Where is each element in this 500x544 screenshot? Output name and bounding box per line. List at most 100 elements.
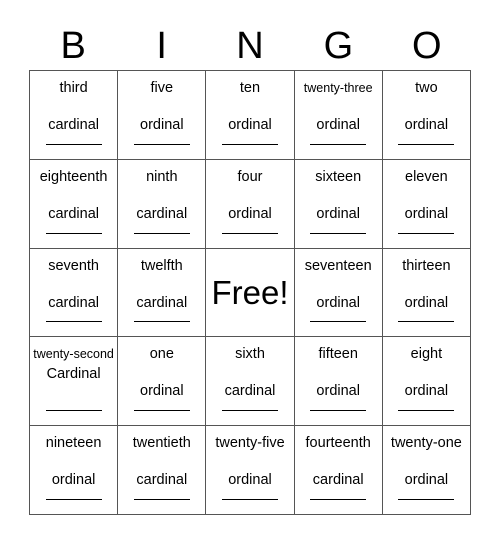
bingo-cell-answer-line (398, 321, 455, 323)
bingo-cell-type: ordinal (404, 117, 449, 133)
bingo-cell-word: nineteen (45, 435, 102, 452)
bingo-cell-answer-line (398, 410, 455, 412)
bingo-cell-type: ordinal (404, 205, 449, 222)
bingo-cell[interactable]: twenty-five ordinal (206, 426, 295, 515)
bingo-cell[interactable]: ten ordinal (206, 71, 295, 160)
bingo-cell-word: third (59, 80, 88, 96)
bingo-cell-word: twenty-one (390, 435, 462, 452)
bingo-cell-word: seventh (48, 257, 99, 274)
bingo-cell-type: ordinal (404, 472, 449, 489)
bingo-cell-type: ordinal (51, 472, 96, 489)
bingo-grid: third cardinal five ordinal ten ordinal twenty… (29, 70, 471, 515)
bingo-cell-word: fourteenth (305, 435, 371, 452)
bingo-cell-type: cardinal (48, 294, 99, 311)
bingo-cell[interactable]: twenty-one ordinal (382, 426, 471, 515)
bingo-cell[interactable]: sixteen ordinal (294, 159, 383, 249)
bingo-cell-word: twelfth (140, 257, 183, 274)
bingo-cell-type: cardinal (136, 472, 188, 489)
bingo-cell-type: ordinal (316, 294, 360, 311)
bingo-cell[interactable]: two ordinal (382, 71, 471, 160)
bingo-cell-answer-line (133, 410, 190, 412)
bingo-cell-answer-line (310, 232, 367, 234)
bingo-cell[interactable]: five ordinal (118, 71, 207, 160)
bingo-cell-word: sixth (235, 346, 265, 363)
bingo-cell-type: cardinal (48, 205, 99, 222)
bingo-cell-type: cardinal (136, 205, 188, 222)
bingo-cell[interactable]: fifteen ordinal (294, 337, 383, 427)
bingo-cell-word: sixteen (315, 168, 362, 185)
bingo-cell-answer-line (221, 232, 278, 234)
bingo-cell-answer-line (310, 321, 367, 323)
bingo-cell-type: ordinal (404, 294, 449, 311)
bingo-free-label: Free! (211, 273, 289, 311)
bingo-cell[interactable]: one ordinal (118, 337, 207, 427)
bingo-header-letter-g: G (323, 25, 354, 67)
bingo-cell-type: ordinal (316, 117, 360, 133)
bingo-cell-word: twenty-three (303, 81, 373, 95)
bingo-cell-type: cardinal (48, 117, 99, 133)
bingo-cell-word: ten (239, 80, 261, 96)
bingo-cell-type: ordinal (228, 205, 272, 222)
bingo-cell-word: fifteen (318, 346, 358, 363)
bingo-cell-answer-line (310, 410, 367, 412)
bingo-cell-answer-line (398, 232, 455, 234)
bingo-cell[interactable]: eleven ordinal (382, 159, 471, 249)
bingo-cell-answer-line (398, 143, 455, 145)
bingo-cell-type: cardinal (312, 472, 364, 489)
bingo-cell-type: cardinal (136, 294, 188, 311)
bingo-cell[interactable]: nineteen ordinal (30, 426, 119, 515)
bingo-cell-word: seventeen (304, 257, 372, 274)
bingo-header-row: B I N G O (29, 22, 471, 70)
bingo-cell[interactable]: thirteen ordinal (382, 248, 471, 338)
bingo-cell-word: five (150, 80, 174, 96)
bingo-cell-answer-line (45, 410, 102, 412)
bingo-cell[interactable]: twelfth cardinal (118, 248, 207, 338)
bingo-cell-answer-line (45, 499, 102, 500)
bingo-cell[interactable]: seventh cardinal (30, 248, 119, 338)
bingo-cell-type: ordinal (140, 383, 184, 400)
bingo-header-letter-b: B (60, 25, 86, 67)
bingo-cell[interactable]: sixth cardinal (206, 337, 295, 427)
bingo-cell-word: twenty-five (215, 435, 285, 452)
bingo-cell[interactable]: twenty-three ordinal (294, 71, 383, 160)
bingo-cell-type: cardinal (224, 383, 276, 400)
bingo-cell-word: eight (410, 346, 443, 363)
bingo-cell-word: thirteen (402, 257, 451, 274)
bingo-cell-word: twenty-second (33, 347, 114, 362)
bingo-cell[interactable]: eight ordinal (382, 337, 471, 427)
bingo-cell-answer-line (45, 232, 102, 234)
bingo-cell-answer-line (45, 321, 102, 323)
bingo-cell[interactable]: twenty-second Cardinal (30, 337, 119, 427)
bingo-cell-word: eleven (405, 168, 448, 185)
bingo-cell-answer-line (221, 499, 278, 500)
bingo-cell-word: four (237, 168, 263, 185)
bingo-cell[interactable]: fourteenth cardinal (294, 426, 383, 515)
bingo-cell[interactable]: eighteenth cardinal (30, 159, 119, 249)
bingo-cell-type: ordinal (140, 117, 184, 133)
bingo-header-letter-i: I (156, 25, 167, 67)
bingo-card: B I N G O third cardinal five ordinal ten ord… (0, 0, 500, 544)
bingo-cell-answer-line (133, 321, 190, 323)
bingo-cell-type: ordinal (228, 117, 272, 133)
bingo-header-letter-o: O (412, 25, 442, 67)
bingo-cell-answer-line (310, 143, 367, 145)
bingo-cell-answer-line (133, 143, 190, 145)
bingo-cell[interactable]: twentieth cardinal (118, 426, 207, 515)
bingo-cell-type: ordinal (228, 472, 272, 489)
bingo-cell[interactable]: ninth cardinal (118, 159, 207, 249)
bingo-free-cell[interactable]: Free! (206, 248, 295, 338)
bingo-cell[interactable]: four ordinal (206, 159, 295, 249)
bingo-cell-answer-line (133, 232, 190, 234)
bingo-cell-type: ordinal (316, 205, 360, 222)
bingo-cell[interactable]: third cardinal (30, 71, 119, 160)
bingo-cell-type: Cardinal (46, 366, 101, 383)
bingo-cell-word: eighteenth (39, 168, 108, 185)
bingo-cell-word: two (415, 80, 438, 96)
bingo-cell-answer-line (398, 499, 455, 500)
bingo-cell-answer-line (221, 143, 278, 145)
bingo-cell-type: ordinal (404, 383, 449, 400)
bingo-cell[interactable]: seventeen ordinal (294, 248, 383, 338)
bingo-cell-answer-line (310, 499, 367, 500)
bingo-cell-word: twentieth (132, 435, 191, 452)
bingo-cell-answer-line (45, 143, 102, 145)
